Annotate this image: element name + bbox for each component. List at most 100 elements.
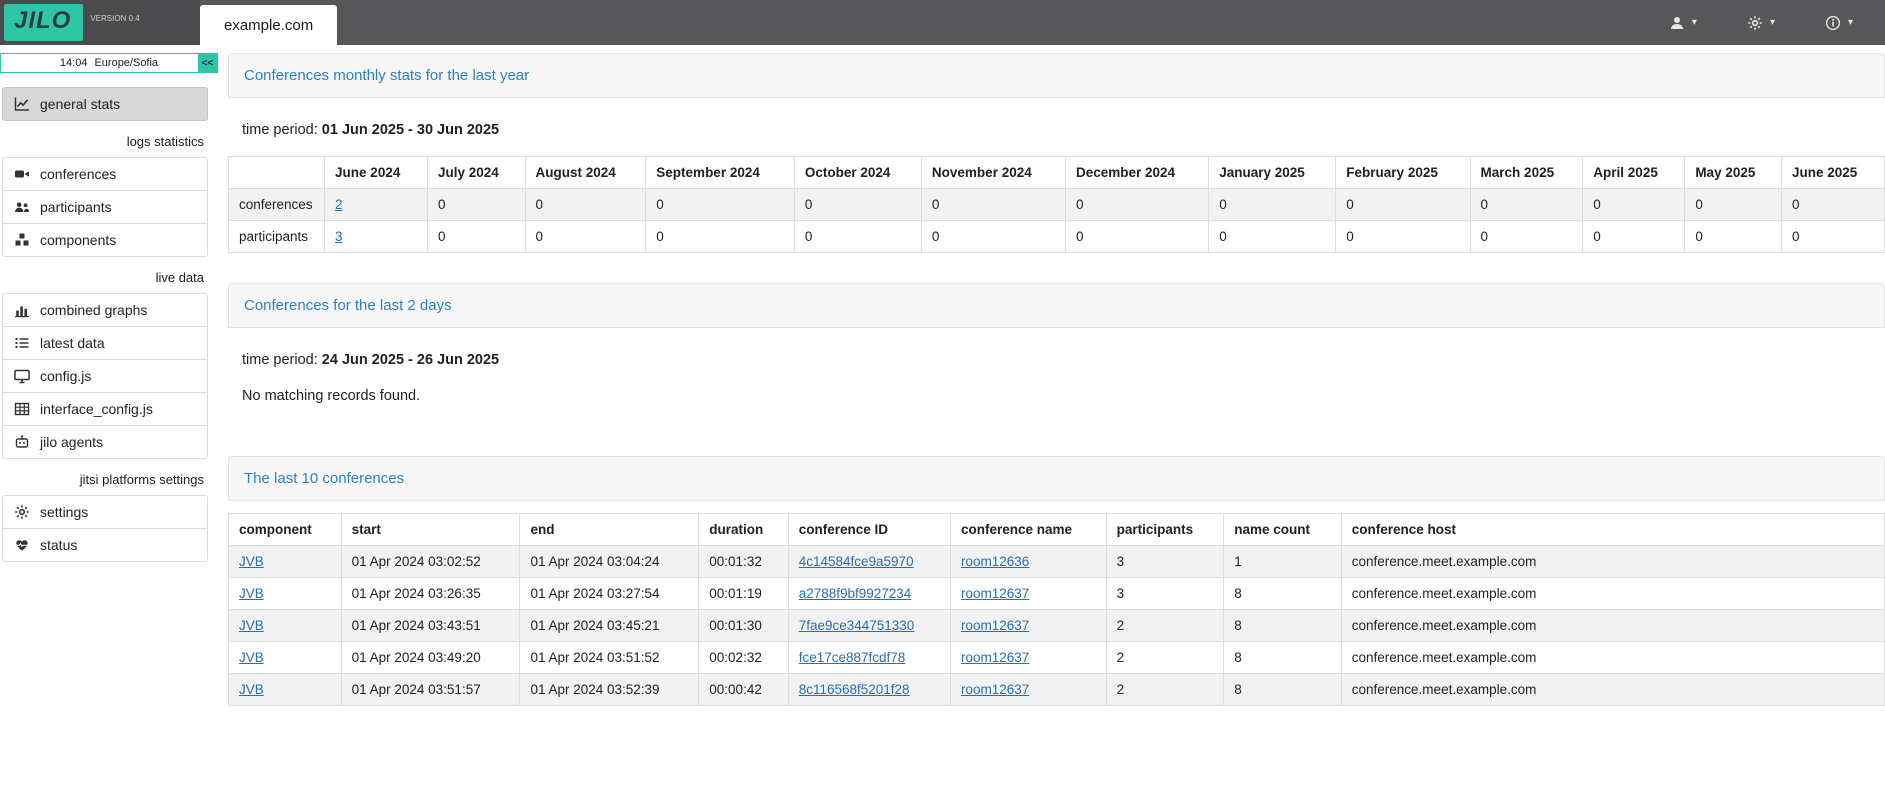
component-link[interactable]: JVB [239,650,264,665]
conference-id-link[interactable]: a2788f9bf9927234 [799,586,912,601]
heart-pulse-icon [14,537,30,553]
column-header: end [520,514,699,546]
table-row: JVB 01 Apr 2024 03:51:57 01 Apr 2024 03:… [229,674,1885,706]
table-cell: 00:01:30 [699,610,788,642]
table-cell: 0 [1336,189,1470,221]
table-cell: 0 [1583,221,1685,253]
sidebar-item-combined-graphs[interactable]: combined graphs [2,293,208,327]
table-cell: 01 Apr 2024 03:52:39 [520,674,699,706]
table-cell: room12637 [950,642,1106,674]
table-cell: 00:01:32 [699,546,788,578]
table-cell: 00:02:32 [699,642,788,674]
participants-month-link[interactable]: 3 [335,229,343,244]
component-link[interactable]: JVB [239,618,264,633]
column-header: conference ID [788,514,950,546]
component-link[interactable]: JVB [239,586,264,601]
time-period: time period: 01 Jun 2025 - 30 Jun 2025 [228,114,1885,144]
last-10-conferences-table: component start end duration conference … [228,513,1885,706]
sidebar-item-config-js[interactable]: config.js [2,359,208,393]
sidebar-item-label: interface_config.js [40,401,153,417]
table-cell: conference.meet.example.com [1341,546,1884,578]
user-icon [1669,15,1685,31]
components-icon [14,232,30,248]
chevron-down-icon: ▾ [1770,18,1775,28]
sidebar-item-general-stats[interactable]: general stats [2,87,208,121]
column-header: June 2024 [325,157,428,189]
conference-id-link[interactable]: 8c116568f5201f28 [799,682,910,697]
column-header: duration [699,514,788,546]
column-header: November 2024 [921,157,1065,189]
table-cell: 0 [1685,189,1782,221]
conference-name-link[interactable]: room12636 [961,554,1029,569]
topbar: JILO VERSION 0.4 example.com ▾ ▾ ▾ [0,0,1885,45]
sidebar-item-conferences[interactable]: conferences [2,157,208,191]
user-menu[interactable]: ▾ [1669,15,1697,31]
column-header: conference name [950,514,1106,546]
table-cell: 0 [646,221,795,253]
table-cell: 01 Apr 2024 03:45:21 [520,610,699,642]
time-period-label: time period: [242,122,318,138]
sidebar-item-label: latest data [40,335,105,351]
conferences-month-link[interactable]: 2 [335,197,343,212]
component-link[interactable]: JVB [239,682,264,697]
sidebar-item-components[interactable]: components [2,223,208,257]
monthly-stats-table: June 2024 July 2024 August 2024 Septembe… [228,156,1885,253]
table-cell: 0 [525,221,646,253]
column-header: May 2025 [1685,157,1782,189]
conference-id-link[interactable]: 4c14584fce9a5970 [799,554,914,569]
sidebar-item-label: components [40,232,116,248]
conference-name-link[interactable]: room12637 [961,586,1029,601]
section-label-live-data: live data [0,257,218,293]
table-cell: conference.meet.example.com [1341,610,1884,642]
bar-chart-icon [14,302,30,318]
table-cell: 01 Apr 2024 03:51:57 [341,674,520,706]
sidebar-item-interface-config-js[interactable]: interface_config.js [2,392,208,426]
sidebar-item-label: config.js [40,368,91,384]
table-cell: 01 Apr 2024 03:27:54 [520,578,699,610]
sidebar-item-jilo-agents[interactable]: jilo agents [2,425,208,459]
sidebar-item-label: combined graphs [40,302,147,318]
chevron-down-icon: ▾ [1848,18,1853,28]
sidebar-item-label: settings [40,504,88,520]
conference-id-link[interactable]: fce17ce887fcdf78 [799,650,906,665]
version-label: VERSION 0.4 [90,14,139,23]
info-menu[interactable]: ▾ [1825,15,1853,31]
conference-name-link[interactable]: room12637 [961,618,1029,633]
jilo-logo[interactable]: JILO [4,4,83,42]
table-cell: room12637 [950,578,1106,610]
sidebar-item-status[interactable]: status [2,528,208,562]
conference-name-link[interactable]: room12637 [961,682,1029,697]
sidebar-item-participants[interactable]: participants [2,190,208,224]
settings-menu[interactable]: ▾ [1747,15,1775,31]
column-header: June 2025 [1781,157,1884,189]
conference-id-link[interactable]: 7fae9ce344751330 [799,618,915,633]
card-title: Conferences monthly stats for the last y… [228,53,1885,98]
table-row: JVB 01 Apr 2024 03:49:20 01 Apr 2024 03:… [229,642,1885,674]
grid-icon [14,401,30,417]
sidebar-item-latest-data[interactable]: latest data [2,326,208,360]
column-header: start [341,514,520,546]
conference-name-link[interactable]: room12637 [961,650,1029,665]
table-cell: conference.meet.example.com [1341,642,1884,674]
table-cell: 2 [325,189,428,221]
time-period-value: 24 Jun 2025 - 26 Jun 2025 [322,352,499,368]
table-cell: 0 [1781,189,1884,221]
component-link[interactable]: JVB [239,554,264,569]
table-cell: JVB [229,674,342,706]
table-cell: 0 [525,189,646,221]
column-header: name count [1224,514,1342,546]
table-cell: room12637 [950,610,1106,642]
platform-tab-example-com[interactable]: example.com [200,5,337,45]
table-cell: 0 [921,189,1065,221]
list-icon [14,335,30,351]
column-header [229,157,325,189]
table-cell: 0 [1781,221,1884,253]
sidebar-item-label: jilo agents [40,434,103,450]
column-header: January 2025 [1209,157,1336,189]
recent-conferences-card: Conferences for the last 2 days time per… [228,283,1885,426]
sidebar-item-settings[interactable]: settings [2,495,208,529]
column-header: December 2024 [1066,157,1209,189]
last-10-conferences-card: The last 10 conferences component start … [228,456,1885,706]
table-cell: 3 [1106,578,1224,610]
sidebar-collapse-button[interactable]: << [198,54,217,72]
